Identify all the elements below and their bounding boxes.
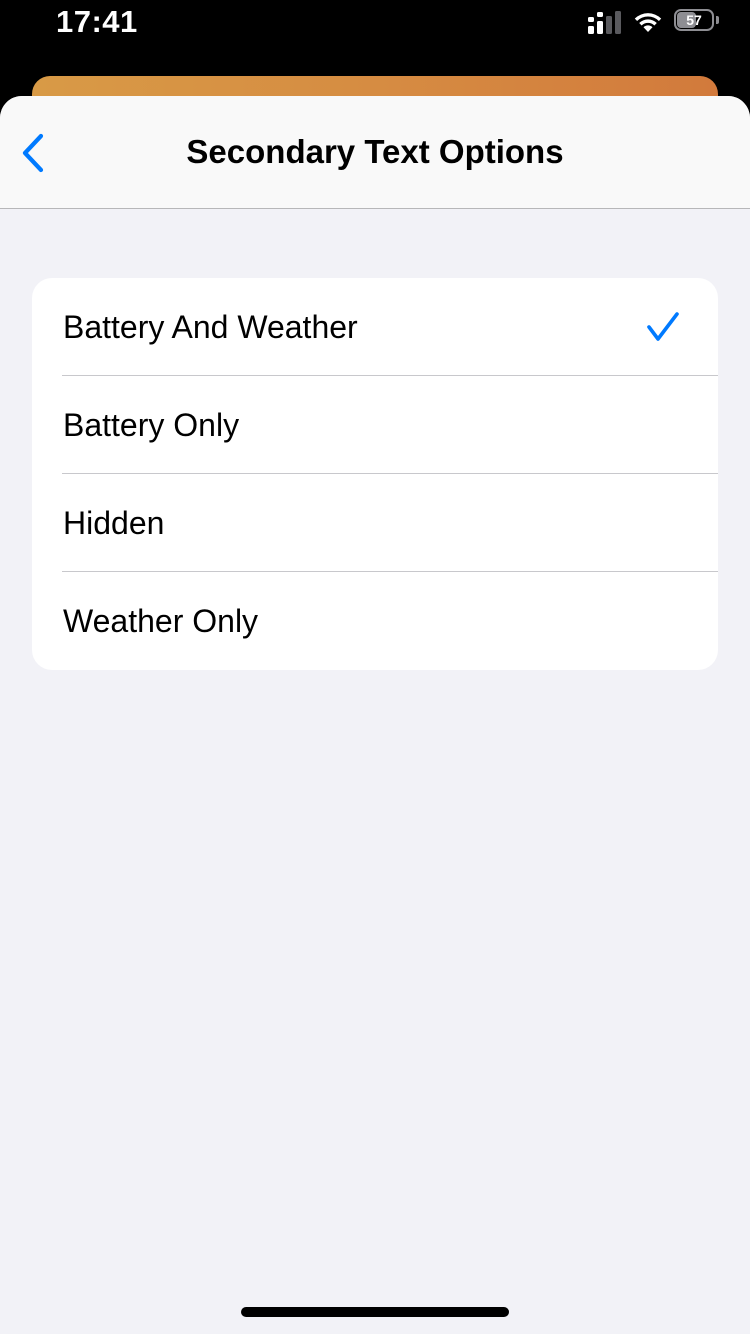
battery-icon: 57 [674, 9, 722, 35]
options-sheet: Secondary Text Options Battery And Weath… [0, 96, 750, 1334]
option-battery-and-weather[interactable]: Battery And Weather [32, 278, 718, 376]
navigation-bar: Secondary Text Options [0, 96, 750, 209]
option-label: Weather Only [63, 603, 259, 639]
checkmark-icon [647, 312, 679, 341]
option-battery-only[interactable]: Battery Only [32, 376, 718, 474]
chevron-left-icon [22, 133, 44, 173]
options-list: Battery And Weather Battery Only Hidden … [32, 278, 718, 670]
option-label: Battery Only [63, 407, 240, 443]
signal-icon [588, 11, 621, 34]
status-bar: 17:41 57 [0, 0, 750, 80]
option-hidden[interactable]: Hidden [32, 474, 718, 572]
home-indicator[interactable] [241, 1307, 509, 1317]
option-label: Hidden [63, 505, 165, 541]
page-title: Secondary Text Options [186, 133, 564, 170]
status-time: 17:41 [56, 4, 138, 39]
battery-level: 57 [686, 12, 702, 28]
wifi-icon [634, 13, 662, 32]
option-label: Battery And Weather [63, 309, 358, 345]
back-button[interactable] [8, 126, 58, 180]
option-weather-only[interactable]: Weather Only [32, 572, 718, 670]
